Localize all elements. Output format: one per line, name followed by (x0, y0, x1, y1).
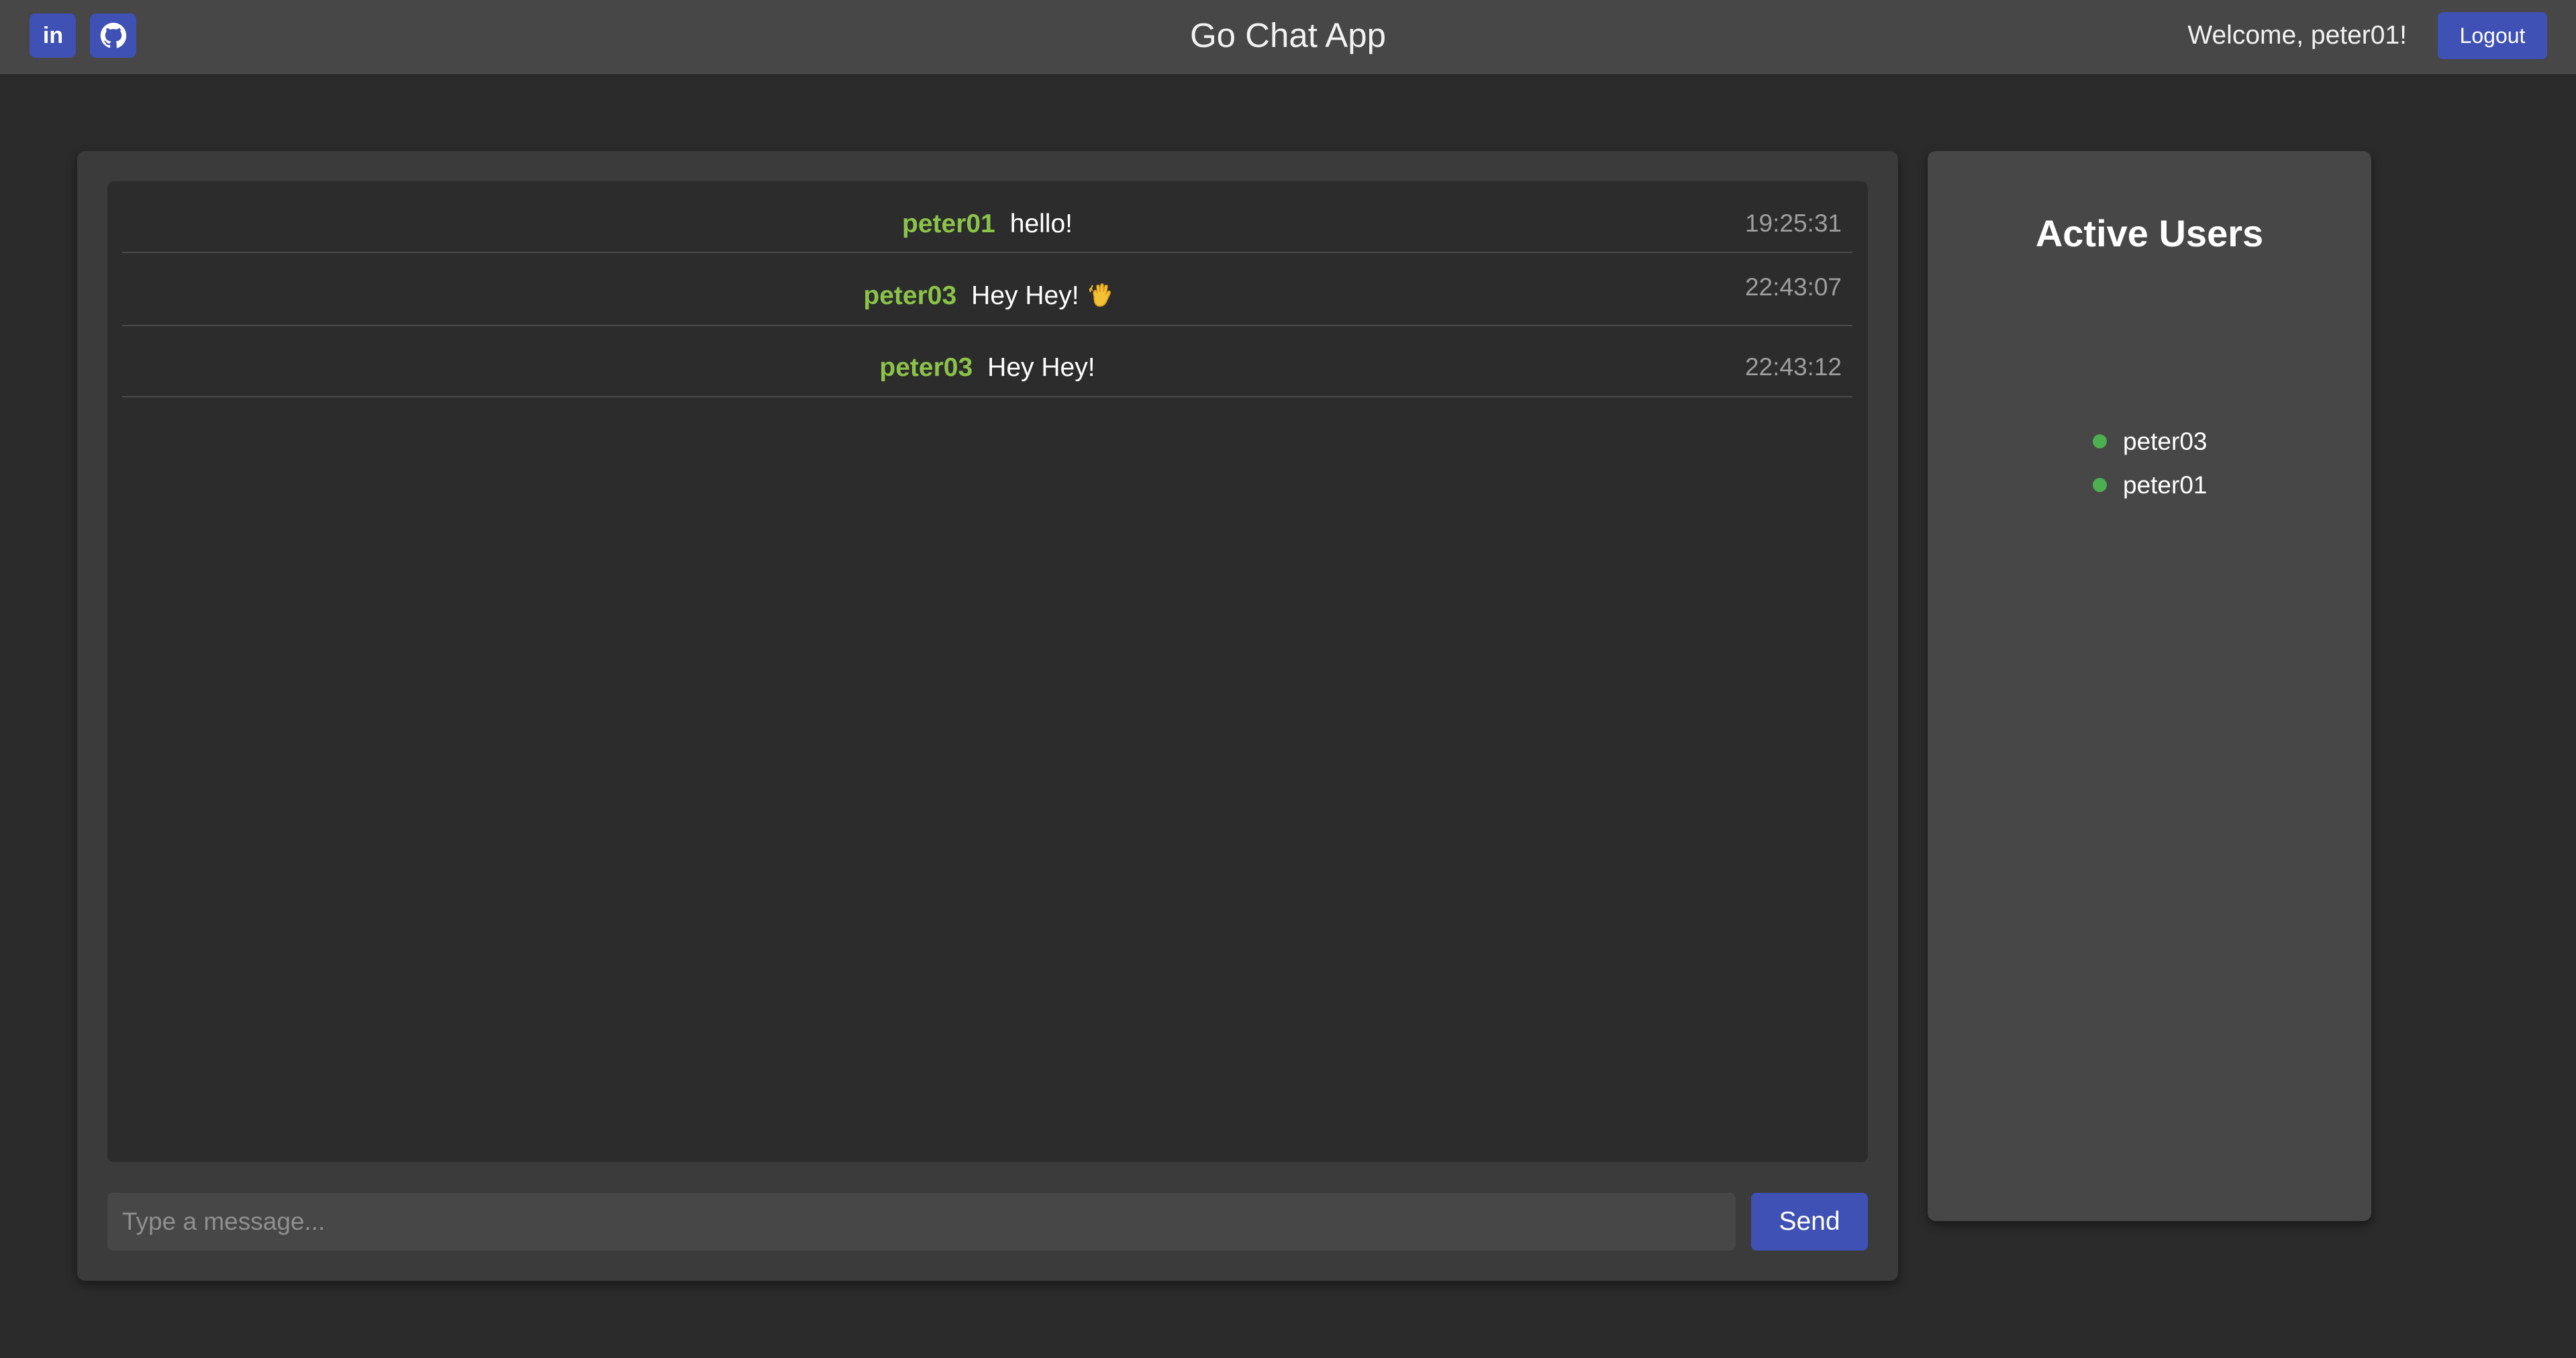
message-input[interactable] (107, 1193, 1736, 1251)
message-row: peter01 hello! 19:25:31 (122, 195, 1852, 253)
message-row: peter03 Hey Hey! 22:43:07 (122, 253, 1852, 326)
online-status-icon (2093, 478, 2107, 492)
message-username: peter03 (863, 281, 957, 310)
message-text: Hey Hey! (971, 281, 1079, 310)
message-username: peter03 (879, 353, 973, 382)
message-timestamp: 19:25:31 (1744, 209, 1842, 237)
message-timestamp: 22:43:12 (1744, 353, 1842, 381)
message-row: peter03 Hey Hey! 22:43:12 (122, 326, 1852, 397)
message-content: peter01 hello! (122, 209, 1852, 239)
waving-hand-icon (1089, 283, 1111, 308)
user-list-item: peter03 (2093, 425, 2208, 458)
message-text: hello! (1009, 209, 1073, 238)
user-list-item: peter01 (2093, 469, 2208, 502)
user-name: peter01 (2123, 471, 2208, 499)
message-username: peter01 (902, 209, 995, 238)
logout-button[interactable]: Logout (2438, 12, 2547, 59)
message-content: peter03 Hey Hey! (122, 281, 1852, 311)
message-list[interactable]: peter01 hello! 19:25:31 peter03 Hey Hey! 2… (107, 181, 1868, 1162)
welcome-text: Welcome, peter01! (2187, 21, 2407, 50)
chat-panel: peter01 hello! 19:25:31 peter03 Hey Hey! 2… (77, 151, 1898, 1281)
active-users-title: Active Users (2035, 212, 2264, 254)
user-name: peter03 (2123, 428, 2208, 455)
top-bar: in Go Chat App Welcome, peter01! Logout (0, 0, 2576, 74)
message-text: Hey Hey! (987, 353, 1095, 382)
online-status-icon (2093, 434, 2107, 448)
message-timestamp: 22:43:07 (1744, 273, 1842, 301)
message-content: peter03 Hey Hey! (122, 353, 1852, 383)
active-users-panel: Active Users peter03 peter01 (1928, 151, 2371, 1221)
send-button[interactable]: Send (1751, 1193, 1868, 1251)
